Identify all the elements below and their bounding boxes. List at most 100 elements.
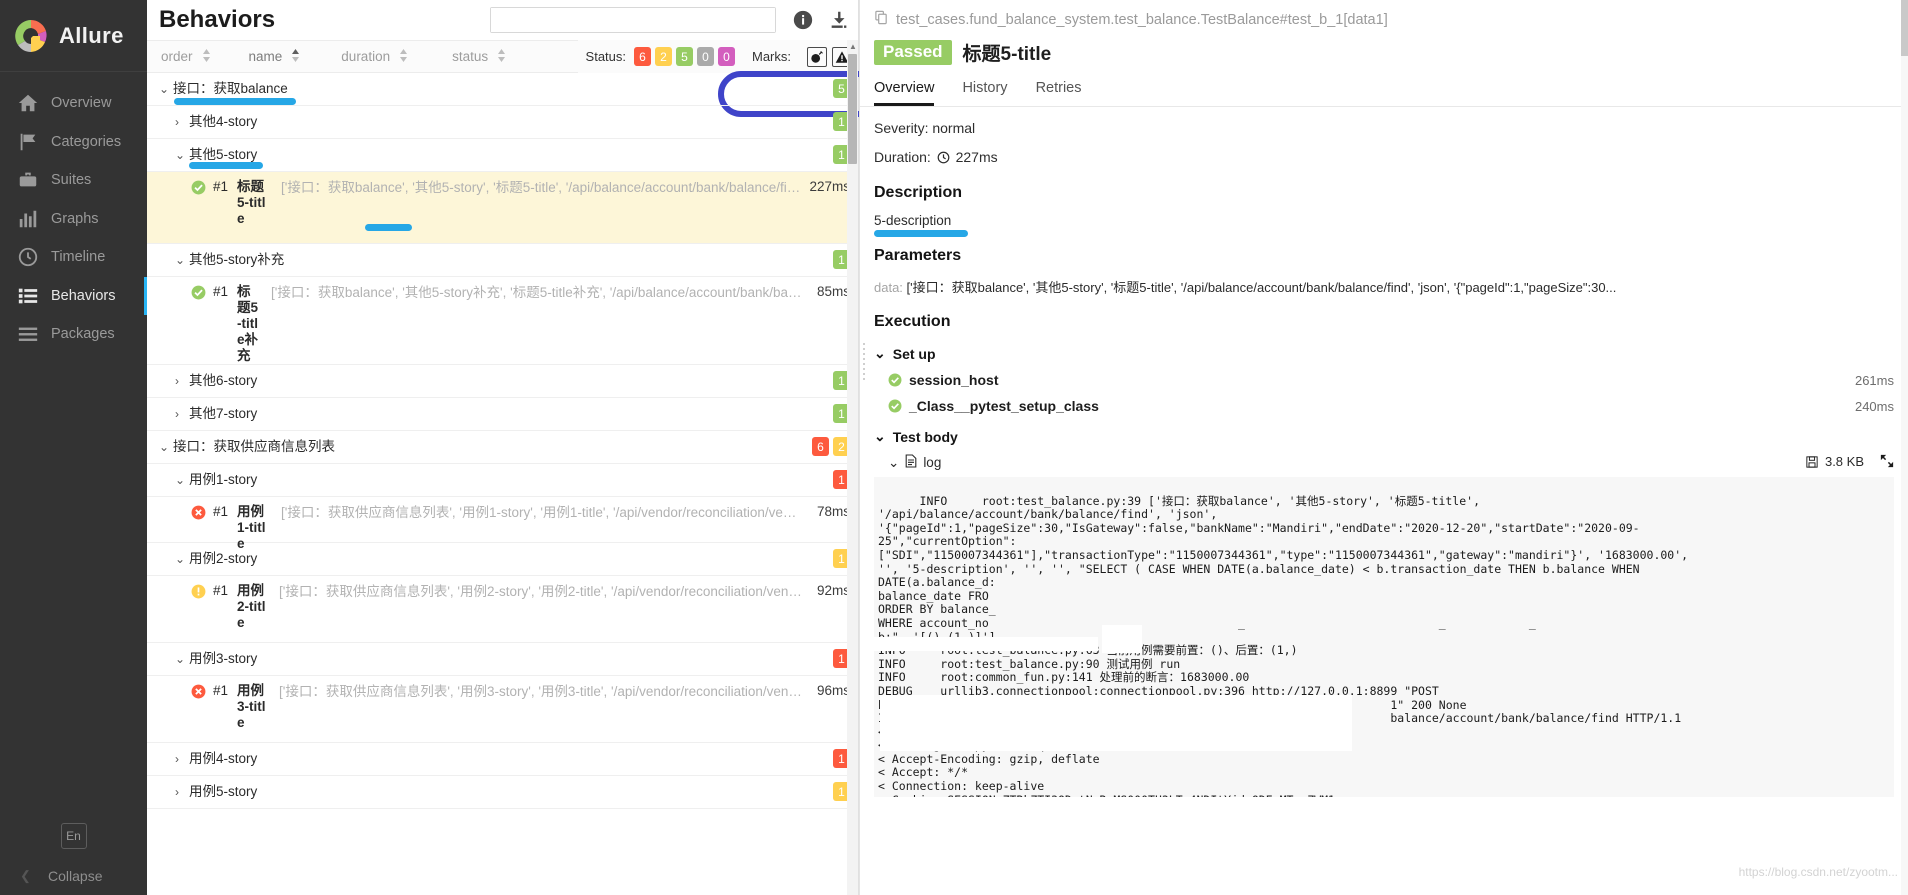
column-label: name [248, 49, 283, 64]
breadcrumb[interactable]: test_cases.fund_balance_system.test_bala… [874, 10, 1894, 29]
brand[interactable]: Allure [0, 0, 147, 72]
status-icon-passed [888, 373, 903, 388]
sidebar-item-behaviors[interactable]: Behaviors [0, 276, 148, 316]
behaviors-tree[interactable]: ⌄ 接口：获取balance 5 › 其他4-story 1 ⌄ 其他5-sto… [147, 73, 858, 895]
tree-group-row[interactable]: › 用例4-story 1 [147, 743, 858, 776]
test-result-row[interactable]: #1 用例2-title ['接口：获取供应商信息列表', '用例2-story… [147, 576, 858, 643]
column-status[interactable]: status [452, 48, 506, 65]
tree-group-row[interactable]: ⌄ 用例1-story 1 [147, 464, 858, 497]
search-box[interactable] [490, 7, 776, 33]
info-icon[interactable] [792, 9, 814, 31]
flaky-icon[interactable] [807, 46, 827, 67]
sort-icon [202, 48, 211, 65]
tree-group-row[interactable]: ⌄ 接口：获取balance 5 [147, 73, 858, 106]
sort-icon [399, 48, 408, 65]
duration-label: Duration: [874, 149, 931, 165]
tree-group-row[interactable]: › 其他4-story 1 [147, 106, 858, 139]
sidebar-item-overview[interactable]: Overview [0, 84, 147, 123]
tree-group-label: 用例3-story [189, 651, 258, 666]
status-badge-skipped[interactable]: 0 [697, 47, 714, 66]
middle-scrollbar[interactable]: ▲ [847, 40, 858, 895]
tree-group-label: 其他4-story [189, 114, 258, 129]
sidebar-item-label: Graphs [51, 210, 99, 227]
language-button[interactable]: En [60, 823, 87, 849]
sidebar-nav: Overview Categories Suites Graphs Timeli… [0, 84, 148, 354]
scroll-thumb[interactable] [848, 54, 857, 164]
test-result-row[interactable]: #1 标题5-title补充 ['接口：获取balance', '其他5-sto… [147, 277, 858, 365]
search-input[interactable] [491, 8, 775, 32]
column-name[interactable]: name [248, 48, 301, 65]
status-badge-failed[interactable]: 6 [634, 47, 651, 66]
collapse-button[interactable]: ❮ Collapse [0, 863, 147, 889]
tree-group-row[interactable]: ⌄ 用例3-story 1 [147, 643, 858, 676]
attachment-header[interactable]: ⌄ log 3.8 KB [874, 454, 1894, 471]
tree-group-row[interactable]: › 其他6-story 1 [147, 365, 858, 398]
column-header-bar: order name duration status Status: 6 2 5… [147, 40, 892, 117]
tree-group-row[interactable]: ⌄ 其他5-story补充 1 [147, 244, 858, 277]
test-body-group[interactable]: ⌄ Test body [874, 428, 1894, 445]
status-badge: Passed [874, 40, 952, 65]
log-content[interactable]: INFO root:test_balance.py:39 ['接口：获取bala… [874, 477, 1894, 797]
status-badge-broken[interactable]: 2 [655, 47, 672, 66]
column-duration[interactable]: duration [341, 48, 408, 65]
test-order: #1 [213, 583, 229, 598]
tree-group-row[interactable]: ⌄ 用例2-story 1 [147, 543, 858, 576]
list-icon [17, 285, 39, 307]
tab-retries[interactable]: Retries [1036, 80, 1082, 106]
status-badge-unknown[interactable]: 0 [718, 47, 735, 66]
tree-group-row[interactable]: › 其他7-story 1 [147, 398, 858, 431]
test-result-row[interactable]: #1 标题5-title ['接口：获取balance', '其他5-story… [147, 172, 858, 244]
test-body-label: Test body [892, 428, 958, 445]
setup-group[interactable]: ⌄ Set up [874, 345, 1894, 362]
chevron-down-icon: ⌄ [175, 652, 186, 666]
chevron-left-icon: ❮ [20, 868, 31, 883]
brand-name: Allure [59, 22, 124, 48]
sidebar-item-label: Timeline [51, 249, 106, 266]
highlight-underline [174, 98, 296, 105]
status-icon-failed [191, 684, 206, 699]
setup-step[interactable]: _Class__pytest_setup_class 240ms [874, 398, 1894, 414]
status-icon-passed [191, 285, 206, 300]
status-badge-passed[interactable]: 5 [676, 47, 693, 66]
tree-group-row[interactable]: › 用例5-story 1 [147, 776, 858, 809]
sidebar-item-graphs[interactable]: Graphs [0, 200, 147, 239]
status-filter-bar: Status: 6 2 5 0 0 Marks: [577, 40, 852, 73]
sidebar-item-suites[interactable]: Suites [0, 161, 147, 200]
parameter-value: ['接口：获取balance', '其他5-story', '标题5-title… [906, 280, 1617, 295]
test-duration: 92ms [816, 583, 850, 598]
redaction-mask [1102, 625, 1142, 653]
flag-icon [17, 131, 39, 153]
panel-splitter-handle[interactable] [860, 340, 868, 400]
copy-icon[interactable] [874, 10, 889, 29]
expand-icon[interactable] [1880, 454, 1894, 471]
test-parameters: ['接口：获取balance', '其他5-story', '标题5-title… [281, 180, 858, 195]
setup-step[interactable]: session_host 261ms [874, 372, 1894, 388]
tree-group-row[interactable]: ⌄ 其他5-story 1 [147, 139, 858, 172]
download-icon[interactable] [828, 9, 850, 31]
status-filter-label: Status: [585, 49, 626, 64]
tab-overview[interactable]: Overview [874, 80, 935, 106]
test-title: 用例3-title [237, 683, 266, 730]
scroll-thumb[interactable] [1901, 0, 1908, 56]
parameter-row: data: ['接口：获取balance', '其他5-story', '标题5… [874, 277, 1894, 296]
test-result-row[interactable]: #1 用例1-title ['接口：获取供应商信息列表', '用例1-story… [147, 497, 858, 551]
tab-history[interactable]: History [962, 80, 1007, 106]
right-scrollbar[interactable] [1901, 0, 1908, 895]
sidebar-item-packages[interactable]: Packages [0, 315, 147, 354]
chevron-down-icon: ⌄ [888, 454, 900, 470]
test-result-row[interactable]: #1 用例3-title ['接口：获取供应商信息列表', '用例3-story… [147, 676, 858, 743]
scroll-up-arrow[interactable]: ▲ [849, 42, 857, 51]
column-order[interactable]: order [161, 48, 211, 65]
panel-header: Behaviors [147, 0, 858, 40]
status-icon-passed [191, 180, 206, 195]
marks-buttons [807, 46, 852, 67]
sidebar-item-categories[interactable]: Categories [0, 123, 147, 162]
test-parameters: ['接口：获取供应商信息列表', '用例2-story', '用例2-title… [279, 584, 858, 599]
duration-line: Duration: 227ms [874, 149, 1894, 167]
sidebar-item-timeline[interactable]: Timeline [0, 238, 147, 277]
detail-title: 标题5-title [962, 44, 1052, 65]
bar-chart-icon [17, 208, 39, 230]
status-badges: 6 2 5 0 0 [634, 47, 735, 66]
tree-group-label: 接口：获取balance [173, 81, 288, 96]
tree-group-row[interactable]: ⌄ 接口：获取供应商信息列表 6 2 [147, 431, 858, 464]
